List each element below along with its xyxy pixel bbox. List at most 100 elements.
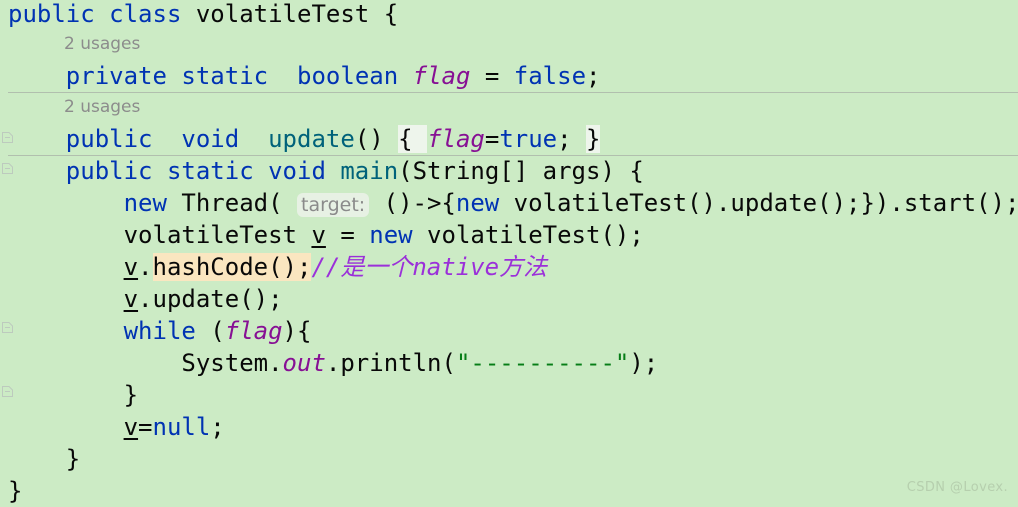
constructor-call: volatileTest();: [412, 221, 644, 249]
code-line[interactable]: System.out.println("----------");: [8, 347, 658, 379]
semicolon: ;: [586, 62, 601, 90]
code-editor[interactable]: public class volatileTest { 2 usages pri…: [0, 0, 1018, 505]
local-variable-v: v: [123, 285, 139, 313]
keyword-public: public: [8, 0, 95, 28]
usages-hint[interactable]: 2 usages: [64, 95, 140, 119]
thread-constructor: Thread(: [166, 189, 297, 217]
field-flag: flag: [224, 317, 283, 345]
highlighted-identifier-hashcode: hashCode: [152, 253, 269, 281]
method-println: .println(: [325, 349, 456, 377]
method-call-update: .update();: [138, 285, 283, 313]
brace-close: }: [8, 477, 23, 505]
keyword-public: public: [65, 157, 153, 185]
method-call-parens: ();: [268, 253, 312, 281]
field-flag: flag: [412, 62, 471, 90]
operator-assign: =: [138, 413, 153, 441]
statement-end: );: [629, 349, 659, 377]
code-line[interactable]: v=null;: [8, 411, 225, 443]
keyword-void: void: [181, 125, 240, 153]
watermark: CSDN @Lovex.: [906, 480, 1008, 495]
keyword-public: public: [65, 125, 153, 153]
keyword-void: void: [268, 157, 326, 185]
loop-block-open: ){: [282, 317, 312, 345]
parentheses: (): [354, 125, 399, 153]
code-line[interactable]: new Thread( target: ()->{new volatileTes…: [8, 187, 1018, 221]
system-class: System.: [181, 349, 283, 377]
brace-close: }: [65, 445, 81, 473]
lambda-body: volatileTest().update();}).start();: [499, 189, 1018, 217]
keyword-static: static: [181, 62, 269, 90]
parameter-name-hint[interactable]: target:: [297, 193, 370, 217]
keyword-new: new: [369, 221, 413, 249]
operator-assign: =: [325, 221, 370, 249]
space: [412, 125, 428, 153]
code-line[interactable]: }: [8, 379, 138, 411]
method-separator: [8, 92, 1018, 93]
keyword-new: new: [455, 189, 500, 217]
semicolon: ;: [210, 413, 225, 441]
code-line[interactable]: public void update() { flag=true; }: [8, 123, 601, 155]
usages-hint[interactable]: 2 usages: [64, 32, 140, 56]
keyword-static: static: [166, 157, 254, 185]
code-line[interactable]: private static boolean flag = false;: [8, 60, 601, 92]
operator-assign: =: [470, 62, 514, 90]
code-line[interactable]: v.hashCode();//是一个native方法: [8, 251, 547, 283]
lambda-arrow: ()->{: [369, 189, 456, 217]
field-flag: flag: [427, 125, 485, 153]
keyword-class: class: [109, 0, 182, 28]
brace-close-highlight: }: [586, 125, 601, 153]
method-main: main: [340, 157, 399, 185]
code-line[interactable]: public class volatileTest {: [8, 0, 398, 30]
keyword-true: true: [499, 125, 558, 153]
keyword-new: new: [123, 189, 167, 217]
brace-close: }: [123, 381, 139, 409]
code-line[interactable]: }: [8, 443, 80, 475]
local-variable-v: v: [123, 253, 139, 281]
paren-open: (: [195, 317, 225, 345]
keyword-null: null: [152, 413, 211, 441]
string-literal: "----------": [455, 349, 630, 377]
keyword-private: private: [65, 62, 167, 90]
code-line[interactable]: v.update();: [8, 283, 283, 315]
code-line[interactable]: volatileTest v = new volatileTest();: [8, 219, 644, 251]
method-signature: (String[] args) {: [398, 157, 644, 185]
line-comment: //是一个native方法: [311, 253, 548, 281]
local-variable-v: v: [123, 413, 139, 441]
operator-assign: =: [484, 125, 500, 153]
code-line[interactable]: public static void main(String[] args) {: [8, 155, 644, 187]
local-variable-v: v: [311, 221, 326, 249]
keyword-false: false: [513, 62, 587, 90]
dot-operator: .: [138, 253, 153, 281]
code-line[interactable]: }: [8, 475, 22, 507]
method-update: update: [268, 125, 355, 153]
class-declaration: volatileTest {: [181, 0, 399, 28]
field-out: out: [282, 349, 326, 377]
brace-open-highlight: {: [398, 125, 413, 153]
semicolon: ;: [557, 125, 587, 153]
keyword-while: while: [123, 317, 196, 345]
type-name: volatileTest: [123, 221, 312, 249]
code-line[interactable]: while (flag){: [8, 315, 312, 347]
keyword-boolean: boolean: [297, 62, 399, 90]
